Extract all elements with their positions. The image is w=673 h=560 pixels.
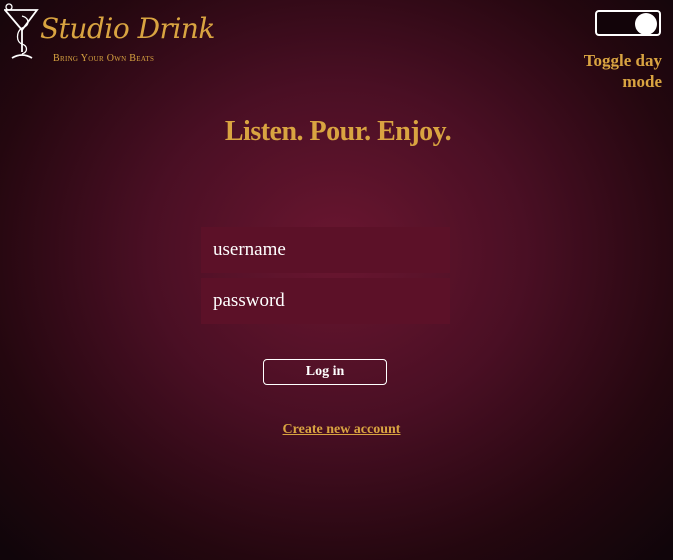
login-button[interactable]: Log in (263, 359, 387, 385)
toggle-knob (635, 13, 657, 35)
brand-logo[interactable]: Studio Drink Bring Your Own Beats (4, 2, 215, 66)
password-input[interactable] (201, 278, 450, 324)
cocktail-glass-icon (4, 3, 39, 59)
day-mode-toggle[interactable] (595, 10, 661, 36)
brand-title: Studio Drink (40, 12, 215, 45)
toggle-label: Toggle day mode (583, 51, 662, 91)
username-input[interactable] (201, 227, 450, 273)
page-headline: Listen. Pour. Enjoy. (224, 116, 452, 147)
brand-tagline: Bring Your Own Beats (53, 53, 155, 64)
create-account-link[interactable]: Create new account (0, 422, 673, 438)
